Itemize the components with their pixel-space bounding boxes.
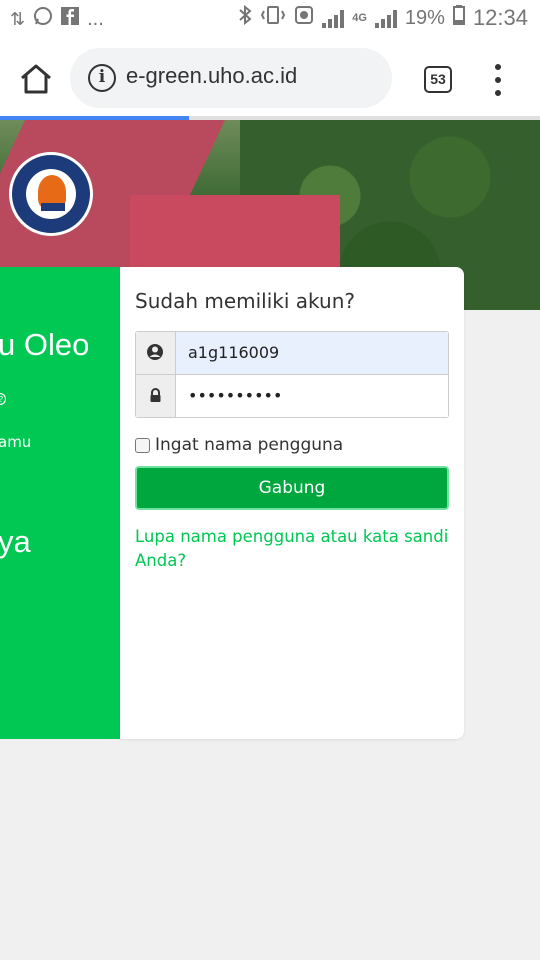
usb-icon: ⇅	[10, 9, 26, 29]
status-more: ...	[87, 7, 104, 30]
password-input[interactable]: ••••••••••	[176, 375, 448, 417]
facebook-icon	[61, 7, 80, 31]
username-field[interactable]: a1g116009	[135, 331, 449, 375]
university-logo	[9, 152, 93, 236]
status-bar-right: 4G 19% 12:34	[238, 4, 528, 31]
user-icon-addon	[136, 332, 176, 374]
home-icon	[21, 64, 51, 94]
login-heading: Sudah memiliki akun?	[135, 289, 355, 313]
data-saver-icon	[294, 5, 314, 31]
overflow-menu-button[interactable]	[490, 64, 506, 96]
bluetooth-icon	[238, 4, 252, 31]
login-button[interactable]: Gabung	[135, 466, 449, 510]
remember-checkbox[interactable]	[135, 437, 150, 453]
remember-username[interactable]: Ingat nama pengguna	[135, 435, 343, 455]
help-icon[interactable]: ?	[0, 393, 12, 405]
password-field[interactable]: ••••••••••	[135, 374, 449, 418]
url-text[interactable]: e-green.uho.ac.id	[126, 63, 297, 89]
welcome-text: amu	[0, 433, 32, 451]
user-icon	[147, 344, 163, 360]
username-input[interactable]: a1g116009	[176, 332, 448, 374]
welcome-subtitle: ya	[0, 524, 31, 559]
lock-icon	[150, 388, 161, 402]
whatsapp-icon	[33, 6, 53, 32]
signal-icon	[322, 8, 345, 28]
svg-text:?: ?	[0, 395, 3, 404]
info-icon[interactable]: i	[88, 64, 116, 92]
welcome-panel: u Oleo ? amu ya	[0, 267, 120, 739]
4g-icon: 4G	[352, 11, 367, 24]
remember-label[interactable]: Ingat nama pengguna	[155, 435, 343, 455]
forgot-password-link[interactable]: Lupa nama pengguna atau kata sandi Anda?	[135, 525, 455, 573]
signal-icon	[374, 8, 397, 28]
lock-icon-addon	[136, 375, 176, 417]
status-bar-left: ⇅ ...	[10, 6, 104, 32]
browser-toolbar: i e-green.uho.ac.id 53	[0, 38, 540, 118]
login-card: Sudah memiliki akun? a1g116009 •••••••••…	[120, 267, 464, 739]
vibrate-icon	[260, 5, 286, 31]
welcome-title: u Oleo	[0, 327, 90, 362]
battery-percent: 19%	[404, 6, 445, 29]
battery-icon	[452, 5, 465, 31]
clock: 12:34	[472, 5, 528, 30]
status-bar: ⇅ ... 4G 19% 12:34	[0, 0, 540, 38]
tab-switcher-button[interactable]: 53	[424, 66, 452, 93]
home-button[interactable]	[18, 62, 54, 96]
address-bar[interactable]: i e-green.uho.ac.id	[70, 48, 392, 108]
